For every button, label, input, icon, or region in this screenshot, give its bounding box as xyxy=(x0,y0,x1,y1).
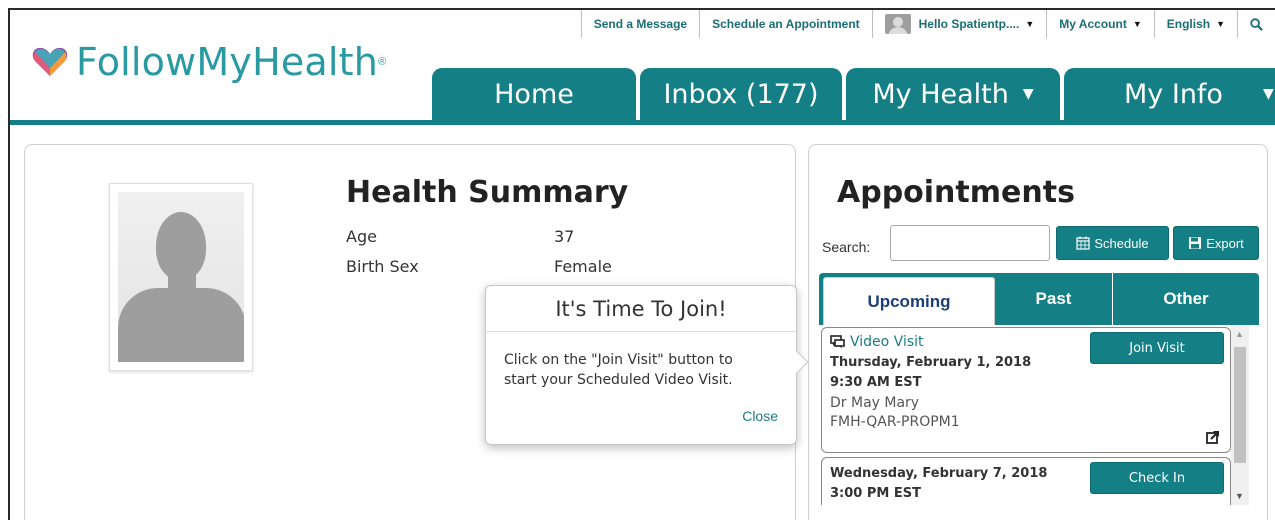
tab-my-health-label: My Health xyxy=(872,78,1009,110)
scroll-down-icon[interactable]: ▼ xyxy=(1235,491,1244,501)
my-account-menu[interactable]: My Account ▼ xyxy=(1046,10,1153,38)
export-button[interactable]: Export xyxy=(1173,226,1259,260)
join-visit-button[interactable]: Join Visit xyxy=(1090,332,1224,364)
popover-close-link[interactable]: Close xyxy=(742,408,778,424)
app-frame: FollowMyHealth ® Send a Message Schedule … xyxy=(8,8,1275,520)
top-utility-bar: Send a Message Schedule an Appointment H… xyxy=(580,10,1275,38)
health-summary-title: Health Summary xyxy=(346,175,629,210)
chevron-down-icon: ▼ xyxy=(1132,19,1142,29)
visit-type-label: Video Visit xyxy=(850,334,924,350)
scrollbar-thumb[interactable] xyxy=(1234,347,1246,463)
logo-registered-mark: ® xyxy=(378,56,387,68)
schedule-appointment-link[interactable]: Schedule an Appointment xyxy=(699,10,872,38)
tab-home[interactable]: Home xyxy=(432,68,636,120)
user-menu[interactable]: Hello Spatientp.... ▼ xyxy=(871,10,1047,38)
schedule-button[interactable]: Schedule xyxy=(1056,226,1169,260)
user-greeting: Hello Spatientp.... xyxy=(918,17,1020,31)
chevron-down-icon: ▼ xyxy=(1022,86,1034,102)
language-menu[interactable]: English ▼ xyxy=(1153,10,1237,38)
popover-title: It's Time To Join! xyxy=(486,286,796,332)
age-row: Age 37 xyxy=(346,227,574,246)
popover-line: Click on the "Join Visit" button to xyxy=(504,352,733,368)
header: FollowMyHealth ® Send a Message Schedule … xyxy=(10,10,1275,125)
main-nav: Home Inbox (177) My Health ▼ My Info ▼ xyxy=(432,68,1275,120)
appointments-panel: Appointments Search: Schedule Export Upc… xyxy=(808,144,1268,520)
export-button-label: Export xyxy=(1206,235,1244,251)
my-account-label: My Account xyxy=(1059,17,1127,31)
tab-past[interactable]: Past xyxy=(995,273,1113,325)
appointments-title: Appointments xyxy=(837,175,1075,210)
tab-upcoming[interactable]: Upcoming xyxy=(823,277,995,325)
birth-sex-row: Birth Sex Female xyxy=(346,257,612,276)
tab-my-info[interactable]: My Info ▼ xyxy=(1064,68,1275,120)
tab-my-info-label: My Info xyxy=(1124,78,1223,110)
check-in-button[interactable]: Check In xyxy=(1090,462,1224,494)
chevron-down-icon: ▼ xyxy=(1216,19,1225,29)
heart-icon xyxy=(32,47,68,76)
tab-other[interactable]: Other xyxy=(1113,273,1259,325)
appointment-card[interactable]: Wednesday, February 7, 2018 3:00 PM EST … xyxy=(821,457,1231,505)
send-message-link[interactable]: Send a Message xyxy=(580,10,699,38)
age-label: Age xyxy=(346,227,377,246)
avatar-placeholder-icon xyxy=(118,192,244,362)
appointment-list-scrollbar[interactable]: ▲ ▼ xyxy=(1231,325,1249,505)
chevron-down-icon: ▼ xyxy=(1262,86,1274,102)
popover-body: Click on the "Join Visit" button to star… xyxy=(486,332,796,390)
scroll-up-icon[interactable]: ▲ xyxy=(1235,329,1244,339)
external-link-icon[interactable] xyxy=(1206,430,1220,444)
schedule-button-label: Schedule xyxy=(1094,235,1149,251)
appointment-time: 9:30 AM EST xyxy=(830,375,922,390)
search-label: Search: xyxy=(822,239,871,255)
avatar xyxy=(884,14,911,34)
appointment-doctor: Dr May Mary xyxy=(830,395,920,411)
profile-photo[interactable] xyxy=(109,183,253,371)
join-visit-popover: It's Time To Join! Click on the "Join Vi… xyxy=(485,285,809,445)
language-label: English xyxy=(1166,17,1211,31)
tab-my-health[interactable]: My Health ▼ xyxy=(846,68,1060,120)
calendar-icon xyxy=(1076,236,1090,250)
appointment-card[interactable]: Video Visit Thursday, February 1, 2018 9… xyxy=(821,327,1231,453)
chevron-down-icon: ▼ xyxy=(1025,19,1035,29)
birth-sex-value: Female xyxy=(554,257,612,276)
age-value: 37 xyxy=(554,227,575,246)
search-input[interactable] xyxy=(890,225,1050,261)
appointments-tabs: Upcoming Past Other xyxy=(819,273,1259,325)
logo[interactable]: FollowMyHealth ® xyxy=(32,40,386,84)
birth-sex-label: Birth Sex xyxy=(346,257,419,276)
save-icon xyxy=(1189,237,1202,249)
search-button[interactable] xyxy=(1237,10,1275,38)
video-chat-icon xyxy=(830,335,845,349)
popover-line: start your Scheduled Video Visit. xyxy=(504,372,733,388)
header-divider xyxy=(10,120,1275,125)
tab-inbox[interactable]: Inbox (177) xyxy=(640,68,842,120)
logo-text: FollowMyHealth xyxy=(76,40,379,84)
appointment-list: Video Visit Thursday, February 1, 2018 9… xyxy=(819,325,1259,505)
search-icon xyxy=(1250,17,1263,31)
appointment-location: FMH-QAR-PROPM1 xyxy=(830,414,960,430)
